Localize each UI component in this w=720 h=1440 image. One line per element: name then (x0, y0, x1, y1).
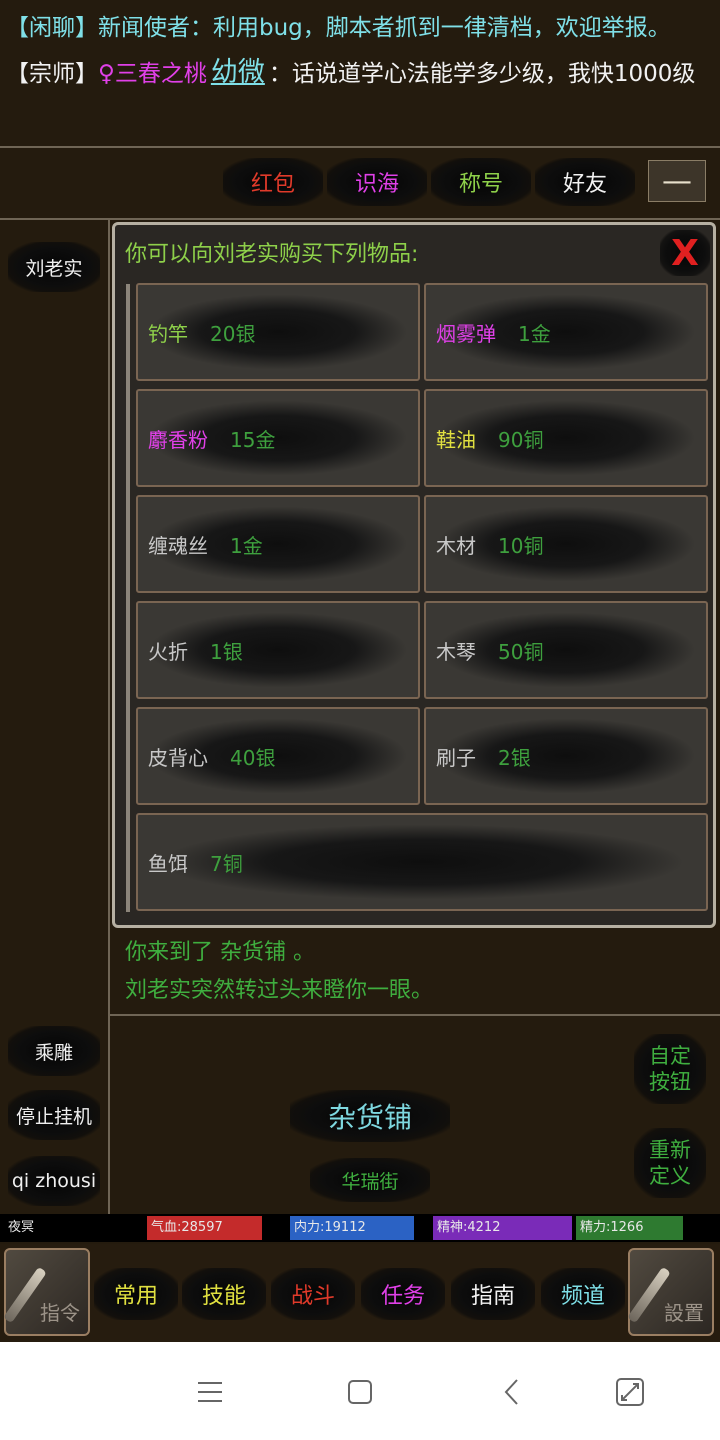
divider (110, 1014, 720, 1016)
shop-item-fire-starter[interactable]: 火折 1银 (136, 601, 420, 699)
button-label: 設置 (664, 1301, 704, 1325)
nav-tab-channel[interactable]: 频道 (541, 1268, 625, 1320)
shop-title: 你可以向刘老实购买下列物品: (125, 242, 419, 267)
chat-channel: 【闲聊】 (6, 15, 98, 41)
ride-eagle-button[interactable]: 乘雕 (8, 1026, 100, 1076)
button-label: 乘雕 (34, 1041, 73, 1064)
shop-item-xylophone[interactable]: 木琴 50铜 (424, 601, 708, 699)
close-icon[interactable]: X (660, 230, 710, 276)
tab-label: 指南 (470, 1284, 515, 1309)
item-name: 木琴 (436, 639, 476, 664)
chat-line-2: 【宗师】♀三春之桃 幼微 ：话说道学心法能学多少级，我快1000级 (6, 50, 720, 89)
item-price: 50铜 (498, 639, 544, 664)
log-line: 刘老实突然转过头来瞪你一眼。 (125, 978, 434, 1003)
item-price: 10铜 (498, 533, 544, 558)
button-label: qi zhousi (11, 1170, 97, 1192)
energy-bar: 精力:1266 (576, 1216, 683, 1240)
settings-button[interactable]: 設置 (627, 1248, 714, 1336)
item-price: 1金 (518, 321, 551, 346)
nav-tab-guide[interactable]: 指南 (451, 1268, 535, 1320)
item-name: 缠魂丝 (148, 533, 208, 558)
location-street[interactable]: 华瑞街 (310, 1158, 430, 1202)
tab-label: 识海 (354, 172, 399, 197)
item-price: 7铜 (210, 851, 243, 876)
item-price: 2银 (498, 745, 531, 770)
item-name: 刷子 (436, 745, 476, 770)
npc-label: 刘老实 (25, 257, 83, 280)
item-name: 麝香粉 (148, 427, 208, 452)
back-icon[interactable] (492, 1372, 532, 1412)
nav-tab-skills[interactable]: 技能 (182, 1268, 266, 1320)
shop-item-musk-powder[interactable]: 麝香粉 15金 (136, 389, 420, 487)
scrollbar[interactable] (126, 284, 130, 912)
player-button[interactable]: qi zhousi (8, 1156, 100, 1206)
shop-item-leather-vest[interactable]: 皮背心 40银 (136, 707, 420, 805)
shop-item-bait[interactable]: 鱼饵 7铜 (136, 813, 708, 911)
chat-text: 利用bug，脚本者抓到一律清档，欢迎举报。 (213, 15, 671, 41)
chat-player-name[interactable]: 三春之桃 (115, 61, 207, 87)
minus-icon: — (662, 163, 692, 199)
item-price: 1银 (210, 639, 243, 664)
tab-friends[interactable]: 好友 (535, 158, 635, 206)
nav-tab-quests[interactable]: 任务 (361, 1268, 445, 1320)
tab-label: 好友 (562, 172, 607, 197)
item-price: 1金 (230, 533, 263, 558)
command-button[interactable]: 指令 (3, 1248, 90, 1336)
gender-icon: ♀ (98, 61, 115, 87)
item-price: 15金 (230, 427, 276, 452)
hp-bar: 气血:28597 (147, 1216, 262, 1240)
nav-tab-combat[interactable]: 战斗 (271, 1268, 355, 1320)
item-name: 木材 (436, 533, 476, 558)
item-name: 烟雾弹 (436, 321, 496, 346)
shop-item-shoe-polish[interactable]: 鞋油 90铜 (424, 389, 708, 487)
collapse-button[interactable]: — (648, 160, 706, 202)
rotate-icon[interactable] (610, 1372, 650, 1412)
item-price: 40银 (230, 745, 276, 770)
npc-button[interactable]: 刘老实 (8, 242, 100, 292)
shop-item-brush[interactable]: 刷子 2银 (424, 707, 708, 805)
stop-autoplay-button[interactable]: 停止挂机 (8, 1090, 100, 1140)
divider (108, 220, 110, 1214)
item-name: 钓竿 (148, 321, 188, 346)
shop-item-wood[interactable]: 木材 10铜 (424, 495, 708, 593)
player-name: 夜冥 (8, 1220, 35, 1235)
shop-item-soul-silk[interactable]: 缠魂丝 1金 (136, 495, 420, 593)
nav-tab-common[interactable]: 常用 (94, 1268, 178, 1320)
item-name: 皮背心 (148, 745, 208, 770)
item-price: 90铜 (498, 427, 544, 452)
menu-icon[interactable] (190, 1372, 230, 1412)
button-label: 停止挂机 (15, 1105, 92, 1128)
tab-label: 任务 (380, 1284, 425, 1309)
spirit-bar: 精神:4212 (433, 1216, 572, 1240)
tab-consciousness[interactable]: 识海 (327, 158, 427, 206)
shop-item-fishing-rod[interactable]: 钓竿 20银 (136, 283, 420, 381)
tab-label: 称号 (458, 172, 503, 197)
log-line: 你来到了 杂货铺 。 (125, 940, 315, 965)
tab-title[interactable]: 称号 (431, 158, 531, 206)
location-title: 杂货铺 (290, 1090, 450, 1142)
tab-label: 频道 (560, 1284, 605, 1309)
chat-speaker: 新闻使者： (98, 15, 213, 41)
chat-channel: 【宗师】 (6, 61, 98, 87)
item-name: 鱼饵 (148, 851, 188, 876)
chat-player-link[interactable]: 幼微 (211, 57, 265, 88)
divider (0, 146, 720, 148)
chat-text: ：话说道学心法能学多少级，我快1000级 (268, 61, 696, 87)
redefine-button[interactable]: 重新 定义 (634, 1128, 706, 1198)
item-price: 20银 (210, 321, 256, 346)
home-icon[interactable] (340, 1372, 380, 1412)
item-name: 鞋油 (436, 427, 476, 452)
tab-label: 技能 (201, 1284, 246, 1309)
tab-label: 战斗 (290, 1284, 335, 1309)
tab-red-packet[interactable]: 红包 (223, 158, 323, 206)
item-name: 火折 (148, 639, 188, 664)
tab-label: 红包 (250, 172, 295, 197)
button-label: 指令 (40, 1301, 80, 1325)
custom-button[interactable]: 自定 按钮 (634, 1034, 706, 1104)
chat-line-1: 【闲聊】新闻使者：利用bug，脚本者抓到一律清档，欢迎举报。 (6, 8, 720, 42)
tab-label: 常用 (113, 1284, 158, 1309)
shop-item-smoke-bomb[interactable]: 烟雾弹 1金 (424, 283, 708, 381)
mp-bar: 内力:19112 (290, 1216, 414, 1240)
